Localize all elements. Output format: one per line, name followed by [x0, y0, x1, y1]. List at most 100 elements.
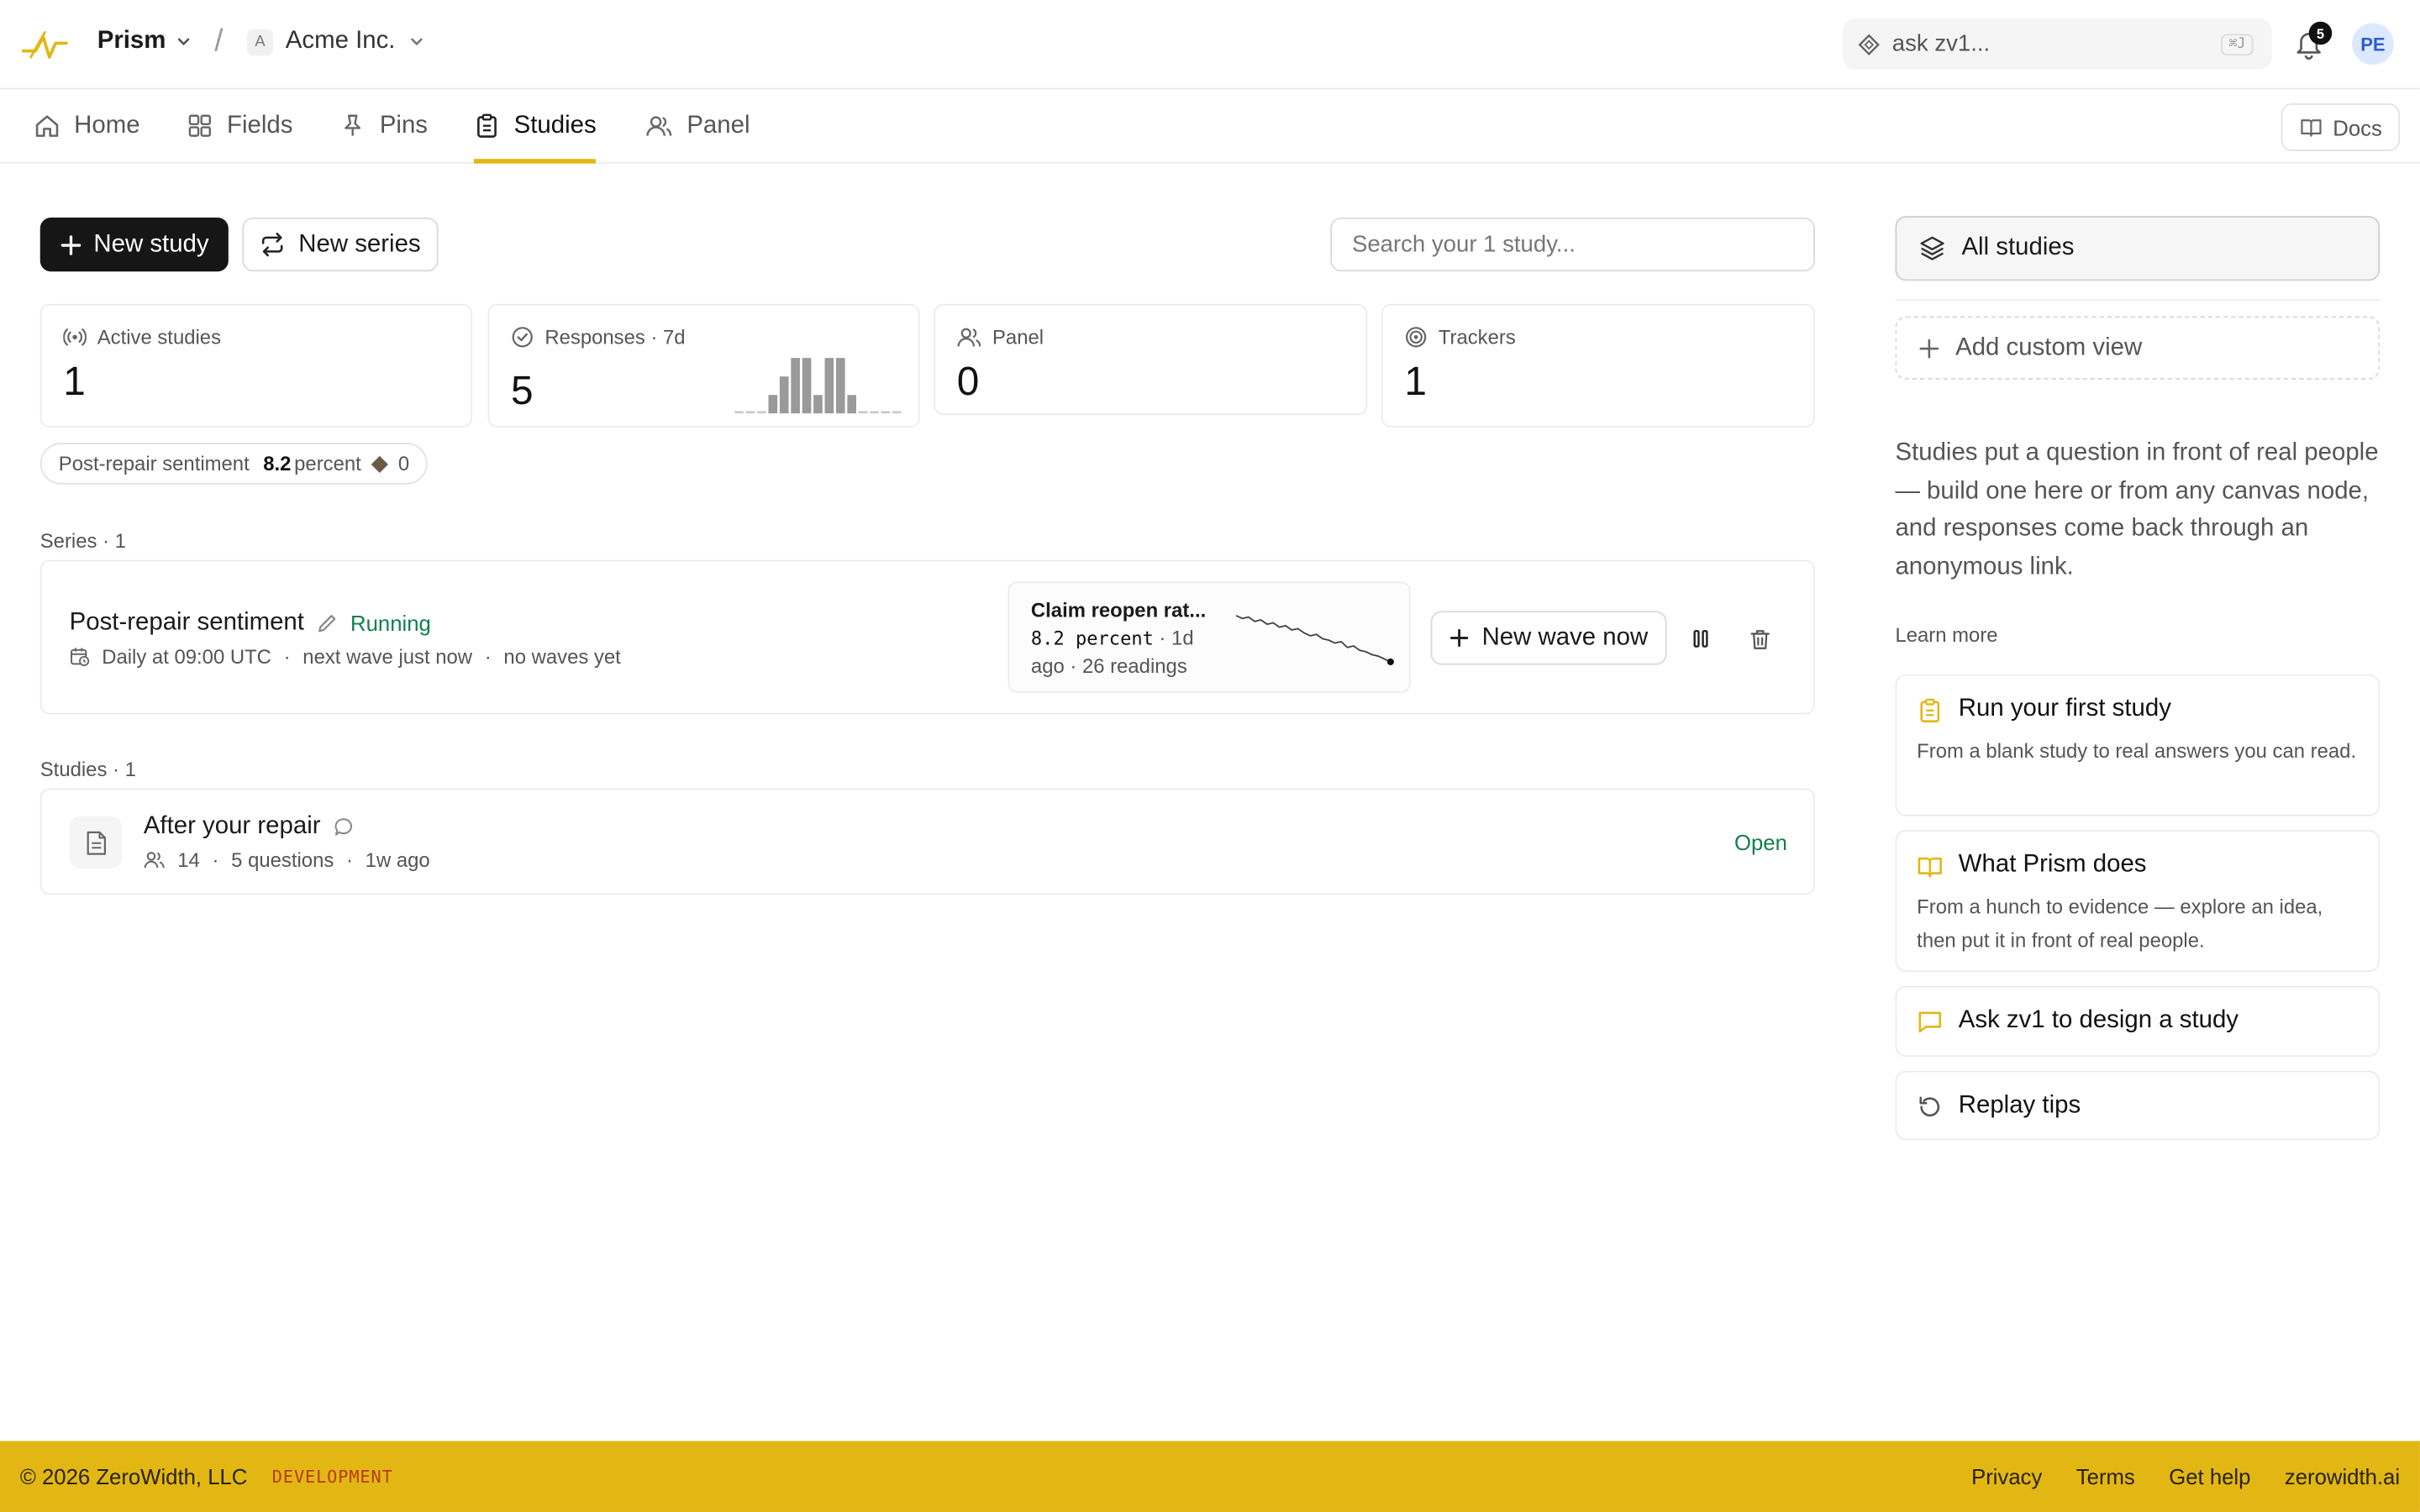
view-label: All studies: [1961, 234, 2075, 261]
chevron-down-icon: [178, 38, 191, 46]
workspace-switcher[interactable]: Prism: [97, 28, 194, 55]
histogram-bar: [835, 358, 845, 414]
tab-label: Studies: [513, 112, 597, 139]
stat-card-panel: Panel 0: [934, 303, 1368, 416]
replay-icon: [1919, 1095, 1940, 1116]
separator-dot: ·: [484, 644, 492, 669]
org-switcher[interactable]: A Acme Inc.: [246, 28, 426, 55]
histogram-bar: [779, 376, 789, 414]
histogram-bar: [824, 358, 834, 414]
footer-links: Privacy Terms Get help zerowidth.ai: [1971, 1464, 2400, 1488]
histogram-bar: [734, 411, 744, 414]
chat-icon: [1918, 1011, 1942, 1032]
calendar-clock-icon: [71, 648, 90, 667]
series-next-wave: next wave just now: [302, 644, 473, 669]
learn-card-ask-zv1[interactable]: Ask zv1 to design a study: [1895, 985, 2381, 1058]
tracker-summary[interactable]: Claim reopen rat... 8.2 percent · 1d ago …: [1007, 581, 1411, 693]
home-icon: [35, 115, 59, 137]
sidebar-divider: [1895, 299, 2381, 302]
studies-section-label: Studies · 1: [39, 757, 136, 781]
add-view-label: Add custom view: [1955, 333, 2143, 360]
learn-card-title: Replay tips: [1958, 1092, 2081, 1119]
tab-studies[interactable]: Studies: [473, 90, 597, 164]
footer-link-site[interactable]: zerowidth.ai: [2285, 1464, 2400, 1488]
series-card[interactable]: Post-repair sentiment Running Daily at 0…: [39, 559, 1815, 715]
avatar[interactable]: PE: [2352, 23, 2394, 66]
study-title: After your repair: [143, 812, 321, 840]
tab-fields[interactable]: Fields: [187, 90, 292, 162]
learn-more-label: Learn more: [1895, 623, 1998, 647]
study-participants: 14: [177, 848, 200, 872]
learn-card-head: Replay tips: [1917, 1092, 2081, 1120]
check-circle-icon: [512, 327, 533, 348]
document-icon: [86, 830, 106, 854]
histogram-bar: [745, 411, 755, 414]
tracker-meta-b: ago · 26 readings: [1030, 654, 1187, 678]
stat-label: Active studies: [63, 326, 221, 349]
learn-card-what-prism-does[interactable]: What Prism does From a hunch to evidence…: [1895, 830, 2381, 973]
study-status: Open: [1733, 830, 1787, 855]
stat-value: 0: [956, 358, 980, 405]
histogram-bar: [892, 411, 902, 414]
new-study-label: New study: [93, 230, 209, 257]
study-meta: 14 · 5 questions · 1w ago: [144, 848, 430, 872]
environment-badge: DEVELOPMENT: [271, 1466, 393, 1487]
learn-card-run-first-study[interactable]: Run your first study From a blank study …: [1895, 674, 2381, 816]
plus-icon: [1919, 338, 1939, 358]
separator-dot: ·: [212, 848, 219, 872]
tab-panel[interactable]: Panel: [645, 90, 750, 162]
histogram-bar: [847, 395, 857, 414]
study-row[interactable]: After your repair 14 · 5 questions · 1w …: [39, 788, 1815, 895]
stat-label-text: Panel: [992, 325, 1044, 349]
ask-zv1-input[interactable]: ask zv1... ⌘J: [1843, 18, 2272, 70]
view-all-studies[interactable]: All studies: [1895, 216, 2381, 281]
grid-icon: [188, 114, 211, 137]
breadcrumb-separator: /: [214, 24, 224, 59]
pause-series-button[interactable]: [1686, 623, 1717, 654]
primary-nav: Home Fields Pins Studies Panel Docs: [0, 90, 2420, 164]
metric-pill[interactable]: Post-repair sentiment 8.2 percent 0: [39, 443, 429, 485]
tracker-sparkline: [1235, 615, 1394, 665]
series-meta: Daily at 09:00 UTC · next wave just now …: [70, 644, 621, 669]
new-study-button[interactable]: New study: [39, 217, 229, 272]
book-icon: [1918, 856, 1942, 877]
delete-series-button[interactable]: [1744, 623, 1775, 654]
study-title-row: After your repair: [144, 813, 355, 841]
footer-link-privacy[interactable]: Privacy: [1971, 1464, 2042, 1488]
chat-bubble-icon: [334, 818, 352, 836]
pause-icon: [1693, 630, 1708, 648]
stat-label: Trackers: [1404, 326, 1516, 349]
learn-card-title: Ask zv1 to design a study: [1958, 1007, 2239, 1034]
footer-link-help[interactable]: Get help: [2169, 1464, 2250, 1488]
metric-name: Post-repair sentiment: [58, 452, 250, 475]
tab-home[interactable]: Home: [34, 90, 140, 162]
pin-icon: [345, 114, 361, 136]
sparkline-last-point: [1386, 658, 1394, 665]
book-icon: [2300, 119, 2321, 137]
org-name: Acme Inc.: [285, 28, 396, 55]
learn-card-replay-tips[interactable]: Replay tips: [1895, 1070, 2381, 1141]
footer: © 2026 ZeroWidth, LLC DEVELOPMENT Privac…: [0, 1441, 2420, 1512]
series-section-label: Series · 1: [39, 528, 126, 553]
docs-button[interactable]: Docs: [2281, 103, 2401, 151]
histogram-bar: [768, 395, 778, 414]
new-series-button[interactable]: New series: [242, 217, 439, 272]
series-status: Running: [350, 611, 431, 636]
series-title-row: Post-repair sentiment Running: [70, 609, 431, 637]
stat-label-text: Responses · 7d: [544, 325, 686, 349]
users-icon: [144, 852, 165, 869]
pencil-icon[interactable]: [317, 612, 339, 634]
learn-card-head: Run your first study: [1917, 696, 2171, 723]
stat-value: 5: [510, 367, 534, 414]
series-title: Post-repair sentiment: [69, 609, 304, 636]
search-studies-input[interactable]: [1330, 217, 1815, 272]
tab-label: Home: [74, 112, 140, 139]
new-wave-now-button[interactable]: New wave now: [1430, 611, 1667, 665]
tab-pins[interactable]: Pins: [339, 90, 428, 162]
clipboard-icon: [1920, 697, 1940, 722]
footer-link-terms[interactable]: Terms: [2076, 1464, 2135, 1488]
tab-label: Panel: [687, 112, 750, 139]
add-custom-view-button[interactable]: Add custom view: [1895, 316, 2381, 380]
prism-logo-icon[interactable]: [21, 24, 68, 65]
separator-dot: ·: [283, 644, 291, 669]
